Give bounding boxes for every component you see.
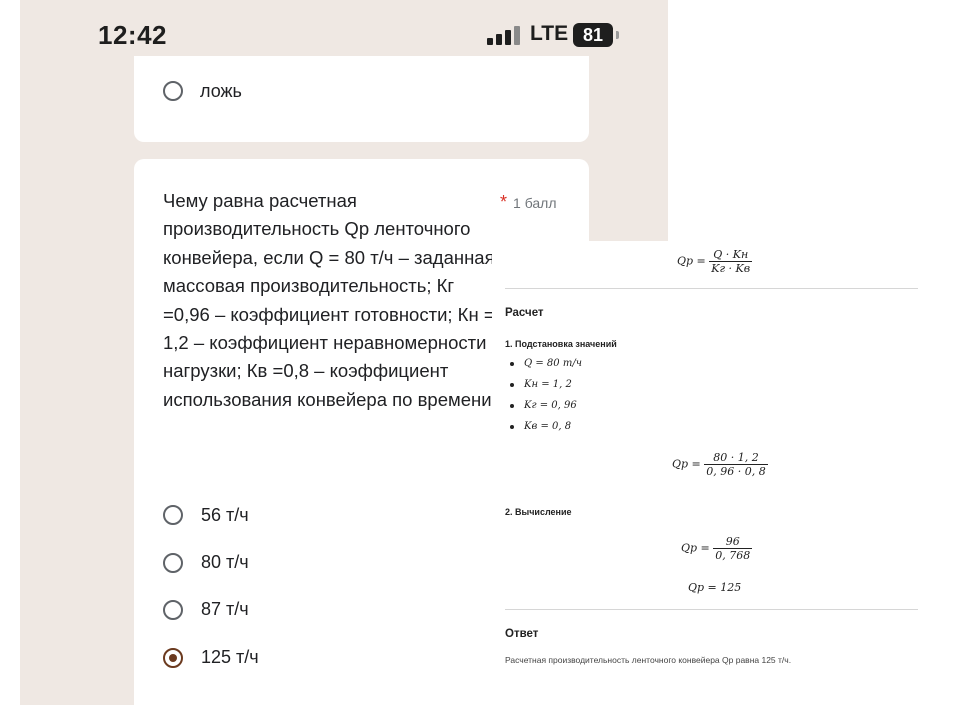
value-item: Kв = 0, 8 [510, 421, 571, 432]
previous-question-card: ложь [134, 56, 589, 142]
step2-heading: 2. Вычисление [505, 507, 572, 517]
points-value: 1 балл [513, 195, 557, 211]
divider [505, 288, 918, 289]
option-radio-87[interactable] [163, 600, 183, 620]
status-time: 12:42 [98, 20, 167, 50]
option-radio-80[interactable] [163, 553, 183, 573]
calc-heading: Расчет [505, 307, 544, 319]
battery-tip [616, 31, 619, 39]
option-radio-56[interactable] [163, 505, 183, 525]
formula-lhs: Qр = [677, 254, 706, 268]
option-label: 80 т/ч [201, 552, 249, 572]
option-label-false: ложь [200, 81, 242, 101]
signal-icon [487, 25, 521, 45]
answer-text: Расчетная производительность ленточного … [505, 655, 792, 665]
network-type: LTE [530, 22, 569, 45]
points-label: * 1 балл [500, 192, 557, 213]
value-item: Q = 80 т/ч [510, 358, 582, 369]
formula-substitution: Qр = 80 · 1, 2 0, 96 · 0, 8 [672, 451, 768, 478]
formula-general: Qр = Q · Kн Kг · Kв [677, 248, 753, 275]
step1-heading: 1. Подстановка значений [505, 339, 617, 349]
formula-denominator: Kг · Kв [709, 261, 753, 275]
option-label: 56 т/ч [201, 505, 249, 525]
option-label: 125 т/ч [201, 647, 259, 667]
required-mark: * [500, 192, 508, 212]
formula-calculation: Qр = 96 0, 768 [681, 535, 753, 562]
battery-icon: 81 [573, 23, 613, 47]
option-label: 87 т/ч [201, 599, 249, 619]
value-item: Kн = 1, 2 [510, 379, 572, 390]
option-radio-125-selected[interactable] [163, 648, 183, 668]
answer-heading: Ответ [505, 628, 539, 640]
formula-numerator: Q · Kн [713, 248, 749, 261]
question-text: Чему равна расчетная производительность … [163, 190, 502, 410]
solution-document: Qр = Q · Kн Kг · Kв Расчет 1. Подстановка… [492, 241, 960, 705]
formula-result: Qр = 125 [688, 581, 742, 594]
value-item: Kг = 0, 96 [510, 400, 577, 411]
divider [505, 609, 918, 610]
option-radio-false[interactable] [163, 81, 183, 101]
